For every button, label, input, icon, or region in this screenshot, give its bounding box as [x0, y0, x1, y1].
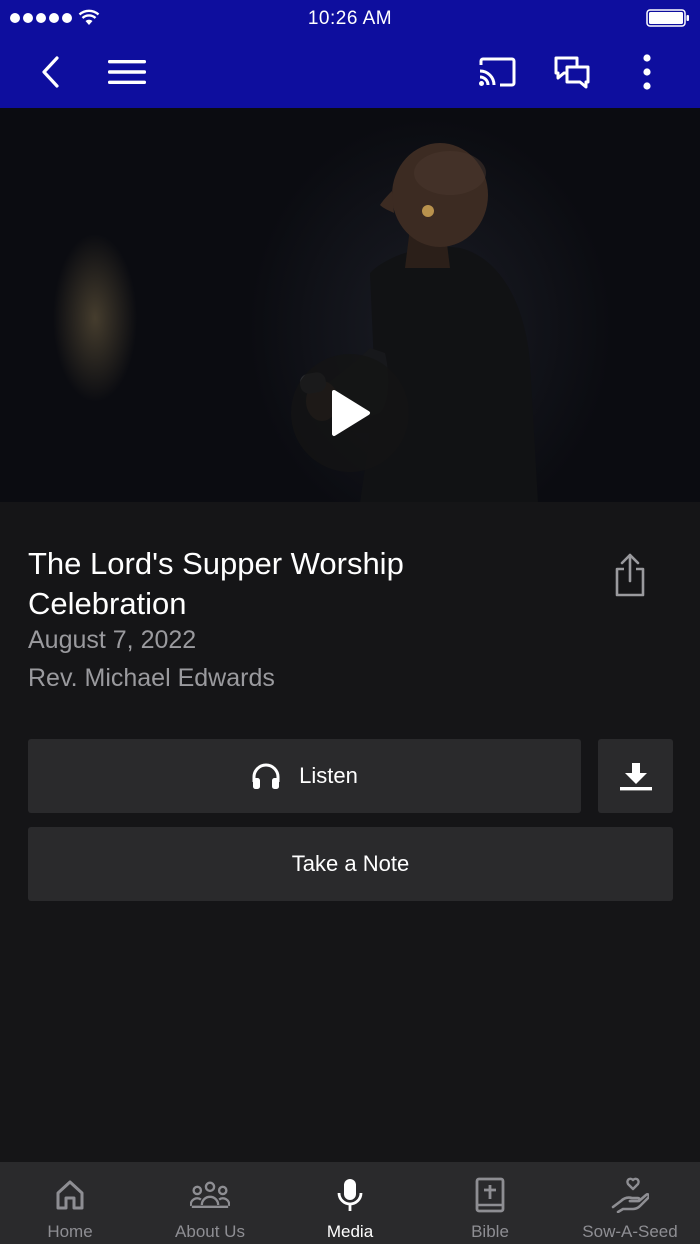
hamburger-menu-icon [108, 60, 146, 84]
tab-media[interactable]: Media [280, 1162, 420, 1244]
nav-bar [0, 36, 700, 108]
video-player[interactable] [0, 108, 700, 502]
tab-sow-a-seed[interactable]: Sow-A-Seed [560, 1162, 700, 1244]
tab-bible[interactable]: Bible [420, 1162, 560, 1244]
tab-label: Media [326, 1222, 374, 1241]
tab-home[interactable]: Home [0, 1162, 140, 1244]
tab-about-us[interactable]: About Us [140, 1162, 280, 1244]
chat-button[interactable] [549, 50, 595, 94]
download-icon [619, 763, 652, 791]
share-icon [615, 553, 645, 597]
headphones-icon [252, 763, 280, 789]
home-icon [50, 1176, 90, 1214]
tab-label: Sow-A-Seed [582, 1222, 678, 1241]
hand-heart-icon [610, 1176, 650, 1214]
chevron-left-icon [42, 56, 59, 88]
tab-label: Bible [471, 1222, 509, 1241]
take-note-button[interactable]: Take a Note [28, 827, 673, 901]
chat-bubbles-icon [554, 56, 590, 89]
play-icon [332, 390, 370, 436]
cast-button[interactable] [474, 50, 520, 94]
sermon-date: August 7, 2022 [28, 626, 197, 654]
battery-icon [646, 9, 689, 27]
sermon-details: The Lord's Supper Worship Celebration Au… [0, 502, 700, 1162]
people-icon [190, 1176, 230, 1214]
more-options-button[interactable] [624, 50, 670, 94]
play-button[interactable] [291, 354, 409, 472]
status-time: 10:26 AM [307, 8, 393, 29]
share-button[interactable] [605, 548, 655, 602]
bible-icon [470, 1176, 510, 1214]
tab-bar: Home About Us Media Bible Sow-A-Seed [0, 1162, 700, 1244]
back-button[interactable] [28, 50, 74, 94]
cast-icon [479, 57, 516, 87]
menu-button[interactable] [104, 50, 150, 94]
listen-button[interactable]: Listen [28, 739, 581, 813]
listen-label: Listen [299, 763, 358, 788]
tab-label: About Us [175, 1222, 245, 1241]
tab-label: Home [47, 1222, 93, 1241]
sermon-speaker: Rev. Michael Edwards [28, 664, 275, 692]
more-vertical-icon [643, 54, 651, 90]
status-bar: 10:26 AM [0, 0, 700, 36]
take-note-label: Take a Note [291, 851, 410, 876]
microphone-icon [330, 1176, 370, 1214]
download-button[interactable] [598, 739, 673, 813]
sermon-title: The Lord's Supper Worship Celebration [28, 546, 404, 621]
